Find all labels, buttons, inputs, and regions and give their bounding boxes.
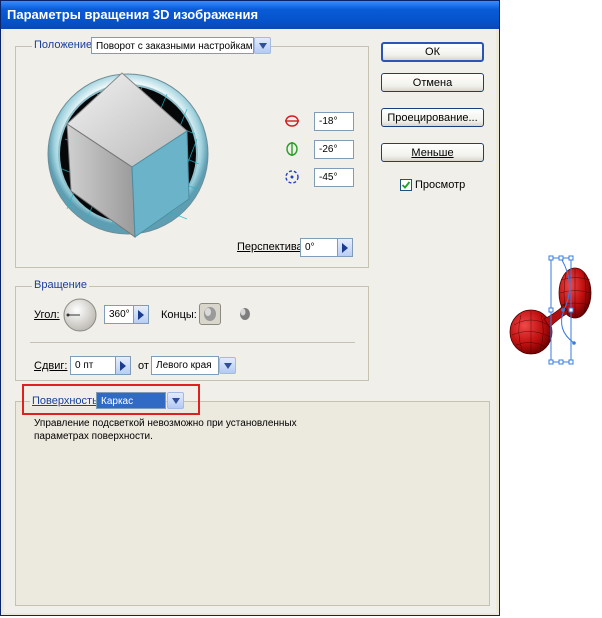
x-angle-input[interactable]: -18° (314, 112, 354, 131)
angle-label: Угол: (34, 309, 60, 321)
from-edge-select[interactable]: Левого края (151, 356, 219, 375)
cap-label: Концы: (161, 309, 197, 321)
from-label: от (138, 360, 149, 372)
position-preset-dropdown-button[interactable] (254, 37, 271, 54)
dialog-body: Положение: Поворот с заказными настройка… (4, 29, 496, 613)
checkmark-icon (401, 181, 411, 189)
cancel-button[interactable]: Отмена (381, 73, 484, 92)
y-angle-input[interactable]: -26° (314, 140, 354, 159)
revolved-object-artwork[interactable] (506, 255, 598, 367)
z-angle-input[interactable]: -45° (314, 168, 354, 187)
perspective-slider-button[interactable] (338, 238, 353, 257)
title-bar[interactable]: Параметры вращения 3D изображения (1, 1, 499, 29)
map-art-button[interactable]: Проецирование... (381, 108, 484, 127)
perspective-input[interactable]: 0° (300, 238, 338, 257)
preview-checkbox[interactable] (400, 179, 412, 191)
position-preset-select[interactable]: Поворот с заказными настройками (91, 37, 254, 54)
fewer-options-button[interactable]: Меньше (381, 143, 484, 162)
window-title: Параметры вращения 3D изображения (7, 7, 259, 22)
revolve-title: Вращение (32, 279, 89, 291)
cap-on-icon (204, 307, 216, 321)
surface-message: Управление подсветкой невозможно при уст… (34, 418, 297, 442)
revolve-divider (30, 342, 355, 343)
position-label: Положение: (32, 39, 98, 51)
ok-button[interactable]: ОК (381, 42, 484, 62)
angle-slider-button[interactable] (134, 305, 149, 324)
from-edge-dropdown-button[interactable] (219, 357, 236, 374)
angle-dial[interactable] (62, 297, 98, 333)
z-axis-rotation-icon (285, 170, 299, 184)
cap-on-button[interactable] (199, 303, 221, 325)
offset-slider-button[interactable] (116, 356, 131, 375)
dialog-window: Параметры вращения 3D изображения Положе… (0, 0, 500, 616)
offset-label: Сдвиг: (34, 360, 68, 372)
y-axis-rotation-icon (286, 142, 298, 156)
angle-input[interactable]: 360° (104, 305, 134, 324)
cap-off-icon[interactable] (236, 305, 254, 323)
surface-select[interactable]: Каркас (96, 392, 166, 409)
track-cube-widget[interactable] (47, 69, 209, 239)
x-axis-rotation-icon (285, 115, 299, 127)
offset-input[interactable]: 0 пт (70, 356, 116, 375)
preview-label: Просмотр (415, 179, 466, 191)
surface-dropdown-button[interactable] (167, 392, 184, 409)
surface-label: Поверхность: (30, 395, 103, 407)
perspective-label: Перспектива: (237, 241, 306, 253)
